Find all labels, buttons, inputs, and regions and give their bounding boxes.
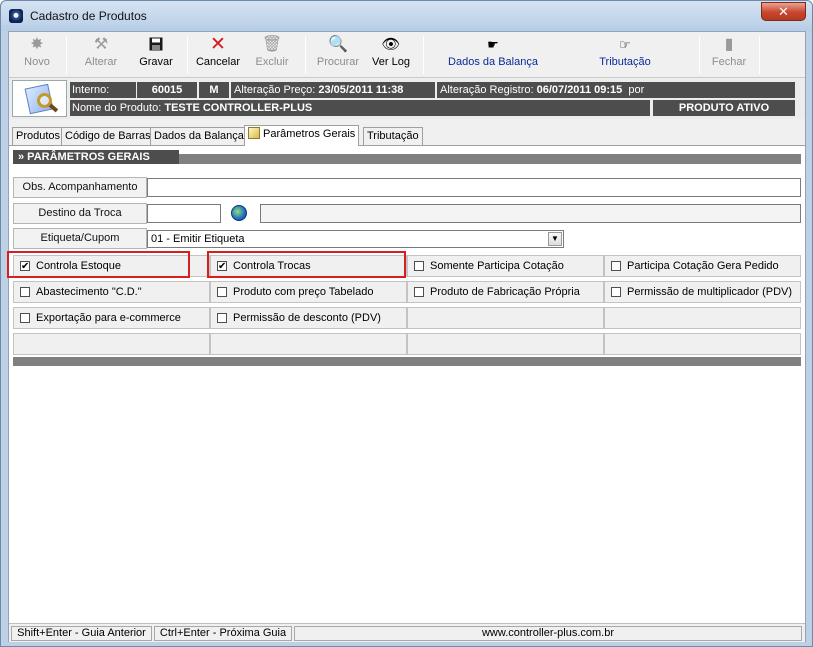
cb-exportacao-ecommerce[interactable]: Exportação para e-commerce [13,307,210,329]
hammer-icon: ⚒ [93,36,109,53]
status-badge: PRODUTO ATIVO [653,100,795,116]
close-button[interactable]: ✕ [761,2,806,21]
tab-tributacao[interactable]: Tributação [363,127,423,145]
tab-codigo-barras[interactable]: Código de Barras [61,127,155,145]
cb-permissao-desconto[interactable]: Permissão de desconto (PDV) [210,307,407,329]
cb-participa-cotacao-gera-pedido[interactable]: Participa Cotação Gera Pedido [604,255,801,277]
ver-log-button[interactable]: 👁 Ver Log [367,35,415,75]
alteracao-preco: Alteração Preço: 23/05/2011 11:38 [231,82,435,98]
trash-icon: 🗑 [261,36,283,53]
empty-cell [604,307,801,329]
tab-parametros-gerais[interactable]: Parâmetros Gerais [244,125,360,146]
search-icon: 🔍 [328,36,348,53]
alteracao-registro: Alteração Registro: 06/07/2011 09:15 por [437,82,795,98]
checkbox-icon [217,313,227,323]
product-info-bar: Interno: 60015 M Alteração Preço: 23/05/… [9,79,805,119]
pointing-hand-icon: ☞ [619,37,631,52]
empty-cell [604,333,801,355]
checkbox-icon [611,287,621,297]
cb-somente-participa-cotacao[interactable]: Somente Participa Cotação [407,255,604,277]
interno-label: Interno: [70,82,136,98]
highlight-controla-estoque [7,251,190,278]
document-icon [248,127,260,139]
flag-value: M [199,82,229,98]
status-prev-guide: Shift+Enter - Guia Anterior [11,626,152,641]
interno-value: 60015 [137,82,197,98]
tributacao-button[interactable]: ☞ Tributação [569,35,681,75]
excluir-button[interactable]: 🗑 Excluir [247,35,297,75]
tab-dados-balanca[interactable]: Dados da Balança [150,127,248,145]
cb-abastecimento-cd[interactable]: Abastecimento "C.D." [13,281,210,303]
checkbox-icon [20,313,30,323]
dados-balanca-button[interactable]: ☛ Dados da Balança [433,35,553,75]
product-magnifier-icon [12,80,67,117]
window: Cadastro de Produtos ✕ ✸ Novo ⚒ Alterar … [0,0,813,647]
save-icon [131,35,181,55]
empty-cell [13,333,210,355]
section-title: » PARÂMETROS GERAIS [13,150,179,164]
eye-icon: 👁 [381,36,401,53]
destino-input[interactable] [147,204,221,223]
parametros-panel: » PARÂMETROS GERAIS Obs. Acompanhamento … [7,145,805,623]
cb-permissao-multiplicador[interactable]: Permissão de multiplicador (PDV) [604,281,801,303]
bug-icon: ✸ [30,36,44,53]
obs-input[interactable] [147,178,801,197]
app-icon [9,9,23,23]
section-footer-bar [13,357,801,366]
destino-description [260,204,801,223]
destino-label: Destino da Troca [13,203,147,224]
etiqueta-select[interactable]: 01 - Emitir Etiqueta ▼ [147,230,564,248]
etiqueta-label: Etiqueta/Cupom [13,228,147,249]
obs-label: Obs. Acompanhamento [13,177,147,198]
globe-search-icon[interactable] [231,205,247,221]
checkbox-icon [20,287,30,297]
fechar-button[interactable]: ▮ Fechar [707,35,751,75]
status-next-guide: Ctrl+Enter - Próxima Guia [154,626,292,641]
alterar-button[interactable]: ⚒ Alterar [73,35,129,75]
title-bar: Cadastro de Produtos ✕ [1,1,812,31]
tab-produtos[interactable]: Produtos [12,127,65,145]
window-title: Cadastro de Produtos [30,9,147,23]
cancelar-button[interactable]: ✕ Cancelar [193,35,243,75]
nome-produto: Nome do Produto: TESTE CONTROLLER-PLUS [70,100,650,116]
client-area: ✸ Novo ⚒ Alterar Gravar ✕ Cancelar 🗑 Exc… [7,31,806,642]
pointing-hand-icon: ☛ [487,37,499,52]
empty-cell [407,307,604,329]
chevron-down-icon[interactable]: ▼ [548,232,562,246]
checkbox-icon [217,287,227,297]
procurar-button[interactable]: 🔍 Procurar [311,35,365,75]
novo-button[interactable]: ✸ Novo [11,35,63,75]
toolbar: ✸ Novo ⚒ Alterar Gravar ✕ Cancelar 🗑 Exc… [9,32,805,78]
cb-produto-fabricacao-propria[interactable]: Produto de Fabricação Própria [407,281,604,303]
gravar-button[interactable]: Gravar [131,35,181,75]
checkbox-icon [414,261,424,271]
empty-cell [210,333,407,355]
door-exit-icon: ▮ [724,36,734,53]
status-website: www.controller-plus.com.br [294,626,802,641]
checkbox-icon [611,261,621,271]
highlight-controla-trocas [207,251,406,278]
empty-cell [407,333,604,355]
cancel-x-icon: ✕ [210,34,226,55]
checkbox-icon [414,287,424,297]
status-bar: Shift+Enter - Guia Anterior Ctrl+Enter -… [9,623,805,642]
cb-produto-preco-tabelado[interactable]: Produto com preço Tabelado [210,281,407,303]
